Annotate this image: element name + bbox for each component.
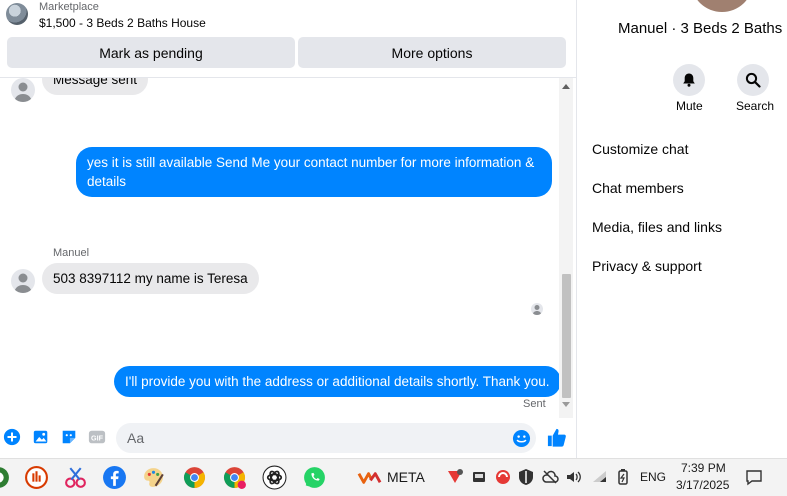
security-shield-icon[interactable] [517,468,535,486]
scroll-thumb[interactable] [562,274,571,398]
app-icon-green[interactable] [0,465,11,490]
scroll-down-arrow[interactable] [562,402,570,407]
message-scrollbar[interactable] [559,78,573,418]
sticker-icon[interactable] [60,428,78,446]
read-receipt-avatar [531,303,543,315]
meta-logo-icon[interactable] [356,465,382,490]
device-icon[interactable] [470,468,488,486]
like-icon[interactable] [546,427,567,448]
search-icon [745,72,761,88]
clock-date[interactable]: 3/17/2025 [676,478,729,492]
emoji-icon[interactable] [512,429,531,448]
conversation-title: Manuel · 3 Beds 2 Baths House [618,20,787,37]
mark-as-pending-button[interactable]: Mark as pending [7,37,295,68]
messenger-window: Marketplace $1,500 - 3 Beds 2 Baths Hous… [0,0,787,496]
plus-circle-icon[interactable] [3,428,21,446]
wifi-icon[interactable] [591,468,609,486]
chatgpt-icon[interactable] [262,465,287,490]
search-label: Search [736,99,775,113]
sent-status: Sent [523,398,546,410]
scroll-up-arrow[interactable] [562,84,570,89]
mute-label: Mute [676,99,703,113]
marketplace-label: Marketplace [39,1,99,13]
chat-pane: Marketplace $1,500 - 3 Beds 2 Baths Hous… [0,0,576,458]
facebook-icon[interactable] [102,465,127,490]
composer: GIF [0,418,576,458]
listing-header: Marketplace $1,500 - 3 Beds 2 Baths Hous… [0,0,576,78]
taskbar: META ENG 7:39 PM 3/17/2025 [0,458,787,496]
svg-text:GIF: GIF [91,434,104,443]
network-alert-icon[interactable] [446,468,464,486]
mute-button[interactable] [673,64,705,96]
more-options-button[interactable]: More options [298,37,566,68]
language-indicator[interactable]: ENG [640,470,666,484]
chat-info-pane: Manuel · 3 Beds 2 Baths House Mute Searc… [576,0,787,458]
listing-title[interactable]: $1,500 - 3 Beds 2 Baths House [39,16,206,30]
chat-members-item[interactable]: Chat members [592,180,684,196]
sync-icon[interactable] [494,468,512,486]
chrome-icon[interactable] [182,465,207,490]
cloud-icon[interactable] [541,468,559,486]
customize-chat-item[interactable]: Customize chat [592,141,688,157]
battery-icon[interactable] [614,468,632,486]
volume-icon[interactable] [565,468,583,486]
message-bubble-outgoing[interactable]: yes it is still available Send Me your c… [76,147,552,197]
clock-time[interactable]: 7:39 PM [681,461,726,475]
avatar [11,269,35,293]
search-button[interactable] [737,64,769,96]
media-files-links-item[interactable]: Media, files and links [592,219,722,235]
message-bubble-outgoing[interactable]: I'll provide you with the address or add… [114,366,561,397]
bell-icon [683,73,695,87]
snipping-tool-icon[interactable] [63,465,88,490]
notification-icon[interactable] [745,468,763,486]
gif-icon[interactable]: GIF [88,428,106,446]
whatsapp-icon[interactable] [302,465,327,490]
profile-avatar[interactable] [692,0,752,12]
message-list: Message sent yes it is still available S… [0,78,576,418]
listing-thumbnail[interactable] [6,3,28,25]
message-input[interactable] [116,423,536,453]
office-app-icon[interactable] [24,465,49,490]
paint-icon[interactable] [141,465,166,490]
sender-name: Manuel [53,247,90,259]
chrome-profile-icon[interactable] [222,465,247,490]
message-bubble-incoming[interactable]: 503 8397112 my name is Teresa [42,263,259,294]
privacy-support-item[interactable]: Privacy & support [592,258,702,274]
photo-icon[interactable] [32,428,50,446]
avatar [11,78,35,102]
message-bubble-incoming[interactable]: Message sent [42,78,149,95]
meta-label[interactable]: META [387,469,425,485]
